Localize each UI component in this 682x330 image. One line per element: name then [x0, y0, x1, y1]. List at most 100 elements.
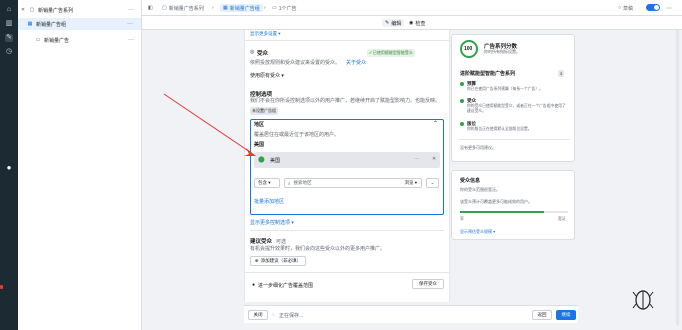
sidebar-toggle-icon[interactable]: ◧ [148, 4, 153, 12]
browse-button[interactable]: 浏览 ▾ [404, 180, 417, 186]
audience-info-card: 受众信息 你的受众范围很宽泛。 该受众预计可覆盖更多可能成效的用户。 窄 宽泛 … [451, 170, 575, 240]
breadcrumb-adset[interactable]: ▦ 新销量广告组 [220, 4, 263, 12]
score-footer: 没有更多可用建议。 [460, 145, 496, 150]
check-icon [460, 99, 464, 103]
country-row[interactable] [254, 152, 440, 168]
audience-size-meter [460, 211, 568, 213]
app-sidebar: ⌂ ▥ ✎ ◷ ● [0, 0, 18, 330]
plus-icon: ⊕ [254, 258, 259, 263]
eye-icon: ◉ [409, 20, 414, 26]
adset-icon: ▦ [27, 21, 33, 27]
meter-label-broad: 宽泛 [558, 217, 566, 221]
draft-icon: ○ [618, 5, 622, 11]
bottom-bar: 关闭 ◌ 正在保存... 返回 继续 [244, 305, 578, 323]
audience-info-note: 该受众预计可覆盖更多可能成效的用户。 [460, 199, 532, 204]
audience-icon: ◎ [250, 49, 255, 55]
chevron-up-icon[interactable]: ⌃ [433, 120, 438, 127]
tree-item-adset[interactable]: ▦ 新销量广告组 ··· [18, 18, 141, 30]
search-icon: ⌕ [288, 180, 291, 186]
audience-size-meter-fill [460, 211, 545, 213]
region-search[interactable]: ⌕ 搜索地区 浏览 ▾ [284, 178, 422, 188]
back-button[interactable]: 返回 [532, 310, 552, 320]
review-label: 检查 [415, 20, 426, 27]
saving-status: 正在保存... [279, 313, 304, 319]
home-icon[interactable]: ⌂ [5, 6, 13, 14]
add-suggestion-button[interactable]: ⊕ 添加建议（非必填） [250, 256, 306, 266]
audience-title: 受众 [257, 51, 269, 57]
chevron-down-icon[interactable]: ⌄ [426, 178, 439, 188]
show-more-settings-link[interactable]: 显示更多设置 ▾ [250, 31, 281, 37]
red-arrow [163, 93, 256, 156]
country-name: 美国 [270, 158, 281, 164]
check-icon [460, 82, 464, 86]
draft-status: ○ 草稿 [618, 4, 633, 12]
breadcrumb-campaign[interactable]: ▢ 新销量广告系列 [162, 4, 204, 12]
show-audience-size-link[interactable]: 显示预估受众规模 ▾ [460, 229, 495, 235]
save-audience-button[interactable]: 保存受众 [412, 279, 444, 289]
tree-item-ad[interactable]: ▭ 新销量广告 ··· [18, 34, 142, 46]
close-icon[interactable]: ✕ [432, 156, 436, 162]
top-bar: ◧ ▢ 新销量广告系列 › ▦ 新销量广告组 › ▭ 1个广告 ○ 草稿 ⋯ [142, 0, 682, 16]
chevron-right-icon: › [264, 5, 266, 11]
campaign-score-card: 100 广告系列分数 你的所有指标设置。 进阶赋能型智能广告系列 3 预算 你已… [451, 34, 575, 162]
audience-info-title: 受众信息 [460, 178, 481, 184]
divider [244, 40, 450, 41]
divider [250, 230, 444, 231]
region-desc: 覆盖居住在或最近位于该地区的用户。 [254, 132, 340, 138]
item-desc: 你的版位正在使用默认全部版位设置。 [467, 127, 532, 131]
tree-ad-label: 新销量广告 [44, 37, 70, 44]
suggest-optional: 可选 [276, 239, 287, 245]
more-icon[interactable]: ⋯ [666, 4, 672, 12]
chevron-right-icon: › [212, 5, 214, 11]
scrollbar[interactable] [676, 30, 679, 326]
more-icon[interactable]: ··· [128, 7, 134, 13]
campaign-icon: ▢ [162, 5, 167, 11]
review-button[interactable]: ◉ 检查 [406, 19, 428, 27]
divider [244, 272, 450, 273]
draft-status-label: 草稿 [623, 5, 634, 12]
section-count: 3 [558, 70, 565, 77]
check-icon [460, 122, 464, 126]
score-subtitle: 你的所有指标设置。 [484, 49, 520, 54]
history-icon[interactable]: ◷ [5, 48, 13, 56]
edit-button[interactable]: ✎ 编辑 [382, 19, 405, 27]
chart-icon[interactable]: ▥ [5, 20, 13, 28]
breadcrumb-campaign-label: 新销量广告系列 [168, 5, 204, 12]
about-audience-link[interactable]: 关于受众 [346, 59, 366, 66]
ad-icon: ▭ [35, 37, 41, 43]
add-suggestion-label: 添加建议（非必填） [260, 258, 302, 263]
more-controls-link[interactable]: 显示更多控制选项 ▾ [250, 219, 294, 226]
advanced-section-title[interactable]: 进阶赋能型智能广告系列 [460, 70, 515, 77]
campaign-icon: ▢ [29, 7, 35, 13]
brand-logo [632, 290, 654, 310]
tree-adset-label: 新销量广告组 [36, 21, 67, 28]
save-desc: 进一步细化广告覆盖范围 [258, 283, 314, 289]
divider [458, 139, 570, 140]
audience-badge: ✓ 已使用赋能型智能受众 [367, 49, 415, 57]
suggest-desc: 有机会提升效果时，我们会向这些受众以外的更多用户推广。 [250, 246, 386, 252]
close-icon[interactable]: ✕ [18, 7, 28, 13]
item-desc: 你的受众已使用赋能型受众，或者正在一个广告组中使用了建议受众。 [467, 104, 566, 113]
close-button[interactable]: 关闭 [248, 310, 268, 320]
status-toggle[interactable] [646, 4, 660, 11]
suggest-title: 建议受众 [250, 239, 273, 245]
breadcrumb-adset-label: 新销量广告组 [229, 5, 260, 12]
next-button[interactable]: 继续 [556, 310, 576, 320]
help-icon[interactable]: ● [5, 164, 13, 172]
pencil-icon[interactable]: ✎ [5, 34, 13, 42]
batch-add-link[interactable]: 批量添加地区 [254, 198, 284, 205]
include-select[interactable]: 包含 ▾ [254, 178, 280, 188]
spinner-icon: ◌ [272, 312, 275, 318]
more-icon[interactable]: ··· [127, 21, 133, 27]
audience-dropdown[interactable]: 使用原有受众 ▾ [250, 72, 284, 79]
pencil-icon: ✎ [385, 20, 390, 26]
edge-marker [0, 285, 3, 289]
tree-item-campaign[interactable]: ✕ ▢ 新销量广告系列 ··· [18, 4, 142, 16]
mode-bar: ✎ 编辑 ◉ 检查 [142, 16, 682, 30]
more-icon[interactable]: ··· [414, 156, 419, 162]
score-value: 100 [464, 46, 473, 52]
more-icon[interactable]: ··· [128, 37, 134, 43]
audience-desc: 依照投放规则和受众建议来设置的受众。 [250, 60, 341, 66]
breadcrumb-ad[interactable]: ▭ 1个广告 [272, 4, 297, 12]
adset-icon: ▦ [223, 5, 228, 11]
